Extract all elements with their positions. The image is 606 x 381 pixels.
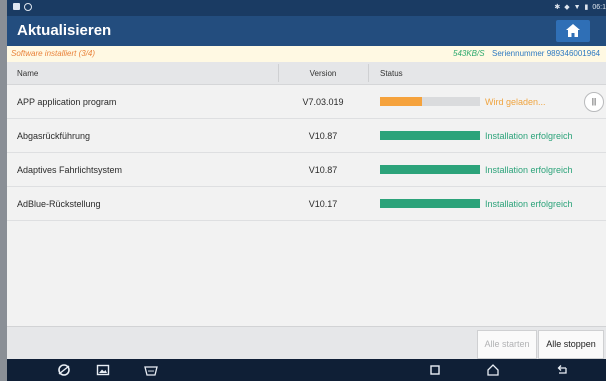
row-status: Wird geladen... [485,97,546,107]
row-name: Adaptives Fahrlichtsystem [17,165,123,175]
row-version: V7.03.019 [302,97,344,107]
progress-bar [380,199,480,208]
row-status: Installation erfolgreich [485,131,573,141]
device-screen: ✱ ◆ ▼ ▮ 06:1 Aktualisieren Software inst… [7,0,606,381]
info-bar: Software installiert (3/4) 543KB/S Serie… [7,46,606,62]
home-icon [566,24,580,37]
pause-button[interactable]: || [584,92,604,112]
action-bar: Alle starten Alle stoppen [7,326,606,360]
start-all-button[interactable]: Alle starten [477,330,537,359]
app-header: Aktualisieren [7,16,606,46]
column-status: Status [380,69,403,78]
system-nav-bar [7,359,606,381]
vci-icon[interactable] [143,362,159,378]
progress-bar [380,131,480,140]
progress-fill [380,165,480,174]
column-divider [368,64,369,82]
battery-icon: ▮ [584,4,589,11]
system-status-bar: ✱ ◆ ▼ ▮ 06:1 [7,0,606,16]
home-button[interactable] [556,20,590,42]
serial-value: 989346001964 [546,49,601,58]
bluetooth-icon: ✱ [554,4,561,11]
table-header: Name Version Status [7,62,606,85]
download-speed: 543KB/S [453,49,485,58]
progress-fill [380,97,422,106]
column-version: Version [309,69,337,78]
column-name: Name [17,69,39,78]
table-row: Adaptives Fahrlichtsystem V10.87 Install… [7,153,606,187]
table-row: AdBlue-Rückstellung V10.17 Installation … [7,187,606,221]
row-status: Installation erfolgreich [485,199,573,209]
progress-fill [380,131,480,140]
progress-fill [380,199,480,208]
home-icon[interactable] [485,362,501,378]
pause-icon: || [591,97,597,106]
wifi-icon: ▼ [573,3,581,11]
row-version: V10.87 [308,131,338,141]
progress-bar [380,97,480,106]
network-icon: ◆ [564,4,570,11]
stop-all-button[interactable]: Alle stoppen [538,330,604,359]
page-title: Aktualisieren [17,22,112,39]
table-row: APP application program V7.03.019 Wird g… [7,85,606,119]
row-name: Abgasrückführung [17,131,91,141]
row-version: V10.87 [308,165,338,175]
serial-label: Seriennummer [492,49,545,58]
notification-icon [13,3,20,10]
back-icon[interactable] [554,362,570,378]
sync-icon [24,3,32,11]
row-name: APP application program [17,97,117,107]
progress-bar [380,165,480,174]
browser-icon[interactable] [56,362,72,378]
gallery-icon[interactable] [95,362,111,378]
table-row: Abgasrückführung V10.87 Installation erf… [7,119,606,153]
install-progress-text: Software installiert (3/4) [11,49,96,58]
row-version: V10.17 [308,199,338,209]
recents-icon[interactable] [427,362,443,378]
row-name: AdBlue-Rückstellung [17,199,101,209]
row-status: Installation erfolgreich [485,165,573,175]
serial-number: Seriennummer 989346001964 [492,49,600,58]
clock: 06:1 [592,3,606,11]
